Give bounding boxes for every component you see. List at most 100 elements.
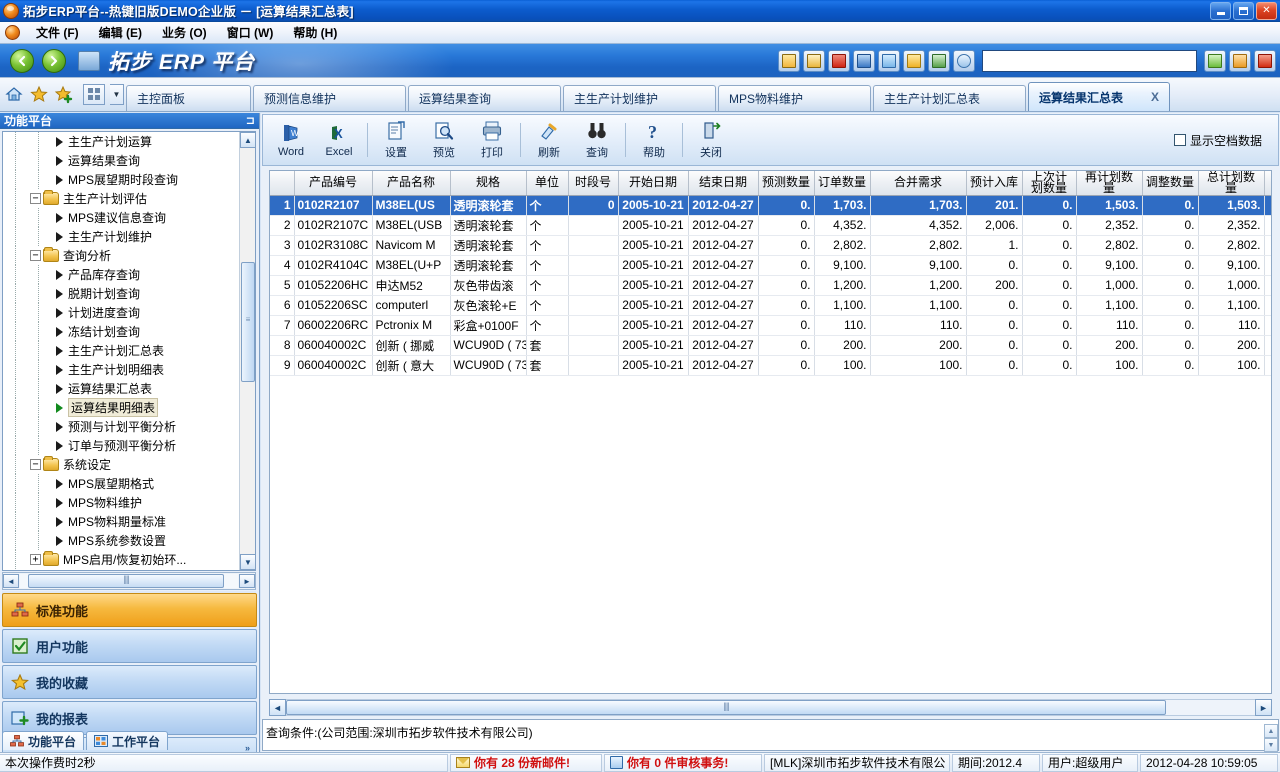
cell-expected_in[interactable]: 0. [966, 355, 1022, 375]
table-row[interactable]: 9060040002C创新 ( 意大WCU90D ( 73套2005-10-21… [270, 355, 1272, 375]
cell-period_no[interactable] [568, 295, 618, 315]
tab-mps-plan-maintenance[interactable]: 主生产计划维护 [563, 85, 716, 111]
cell-last_plan_qty[interactable]: 0. [1022, 295, 1076, 315]
column-header-unit[interactable]: 单位 [526, 171, 568, 195]
cell-end_date[interactable]: 2012-04-27 [688, 355, 758, 375]
close-report-button[interactable]: 关闭 [687, 117, 735, 163]
report-list-icon[interactable] [928, 50, 950, 72]
cell-spec[interactable]: 灰色带齿滚 [450, 275, 526, 295]
cell-rownum[interactable]: 1 [270, 195, 294, 215]
column-header-adjust_qty[interactable]: 调整数量 [1142, 171, 1198, 195]
cell-period_no[interactable] [568, 275, 618, 295]
cell-order_qty[interactable]: 4,352. [814, 215, 870, 235]
cell-forecast_qty[interactable]: 0. [758, 255, 814, 275]
cell-end_date[interactable]: 2012-04-27 [688, 235, 758, 255]
cell-forecast_qty[interactable]: 0. [758, 335, 814, 355]
cell-rownum[interactable]: 2 [270, 215, 294, 235]
cell-order_qty[interactable]: 200. [814, 335, 870, 355]
tree-item[interactable]: MPS系统参数设置 [3, 531, 239, 550]
cell-spec[interactable]: 透明滚轮套 [450, 255, 526, 275]
cell-spec[interactable]: 透明滚轮套 [450, 235, 526, 255]
cell-order_qty[interactable]: 1,100. [814, 295, 870, 315]
hscroll-track[interactable] [286, 699, 1255, 716]
cell-order_qty[interactable]: 100. [814, 355, 870, 375]
cell-expected_stock[interactable]: 1,024. [1264, 215, 1272, 235]
tree-item[interactable]: MPS物料期量标准 [3, 512, 239, 531]
cell-merged_demand[interactable]: 1,703. [870, 195, 966, 215]
scroll-thumb[interactable]: ≡ [241, 262, 255, 382]
cell-forecast_qty[interactable]: 0. [758, 295, 814, 315]
cell-product_name[interactable]: Pctronix M [372, 315, 450, 335]
cell-period_no[interactable] [568, 215, 618, 235]
tree-item[interactable]: 主生产计划汇总表 [3, 341, 239, 360]
cell-unit[interactable]: 套 [526, 335, 568, 355]
cell-start_date[interactable]: 2005-10-21 [618, 215, 688, 235]
cell-product_name[interactable]: Navicom M [372, 235, 450, 255]
cell-last_plan_qty[interactable]: 0. [1022, 195, 1076, 215]
cell-adjust_qty[interactable]: 0. [1142, 215, 1198, 235]
cell-period_no[interactable] [568, 315, 618, 335]
cell-total_plan_qty[interactable]: 110. [1198, 315, 1264, 335]
cell-product_code[interactable]: 0102R2107 [294, 195, 372, 215]
cell-expected_in[interactable]: 0. [966, 315, 1022, 335]
cell-adjust_qty[interactable]: 0. [1142, 235, 1198, 255]
scroll-right-icon[interactable]: ► [239, 574, 255, 588]
hscroll-thumb[interactable] [286, 700, 1166, 715]
hscroll-track[interactable] [20, 574, 238, 588]
bottom-tab-function-platform[interactable]: 功能平台 [2, 731, 84, 750]
column-header-merged_demand[interactable]: 合并需求 [870, 171, 966, 195]
cell-product_name[interactable]: 申达M52 [372, 275, 450, 295]
tab-main-panel[interactable]: 主控面板 [126, 85, 251, 111]
tree-item[interactable]: 订单与预测平衡分析 [3, 436, 239, 455]
cell-replan_qty[interactable]: 100. [1076, 355, 1142, 375]
cell-start_date[interactable]: 2005-10-21 [618, 235, 688, 255]
cell-replan_qty[interactable]: 1,503. [1076, 195, 1142, 215]
cell-rownum[interactable]: 3 [270, 235, 294, 255]
cell-order_qty[interactable]: 1,200. [814, 275, 870, 295]
tree-scroll-area[interactable]: 主生产计划运算运算结果查询MPS展望期时段查询−主生产计划评估MPS建议信息查询… [3, 132, 239, 570]
sidebar-item-my-favorites[interactable]: 我的收藏 [2, 665, 257, 699]
cell-spec[interactable]: WCU90D ( 73 [450, 355, 526, 375]
table-row[interactable]: 706002206RCPctronix M彩盒+0100F个2005-10-21… [270, 315, 1272, 335]
table-row[interactable]: 8060040002C创新 ( 挪威WCU90D ( 73套2005-10-21… [270, 335, 1272, 355]
column-header-expected_stock[interactable]: 预计库存量 [1264, 171, 1272, 195]
cell-total_plan_qty[interactable]: 2,802. [1198, 235, 1264, 255]
cell-product_code[interactable]: 060040002C [294, 335, 372, 355]
scroll-right-icon[interactable]: ► [1255, 699, 1272, 716]
tree-item[interactable]: +MPS启用/恢复初始环... [3, 550, 239, 569]
checkbox-box[interactable] [1174, 134, 1186, 146]
sidebar-item-user-functions[interactable]: 用户功能 [2, 629, 257, 663]
add-favorite-icon[interactable] [54, 84, 74, 104]
favorites-star-icon[interactable] [903, 50, 925, 72]
scroll-left-icon[interactable]: ◄ [3, 574, 19, 588]
cell-rownum[interactable]: 6 [270, 295, 294, 315]
column-header-expected_in[interactable]: 预计入库 [966, 171, 1022, 195]
menu-item-help[interactable]: 帮助 (H) [283, 22, 347, 43]
settings-button[interactable]: 设置 [372, 117, 420, 163]
cell-product_code[interactable]: 01052206SC [294, 295, 372, 315]
cell-unit[interactable]: 个 [526, 275, 568, 295]
sidebar-item-standard-functions[interactable]: 标准功能 [2, 593, 257, 627]
column-header-start_date[interactable]: 开始日期 [618, 171, 688, 195]
query-button[interactable]: 查询 [573, 117, 621, 163]
cell-total_plan_qty[interactable]: 2,352. [1198, 215, 1264, 235]
cell-product_code[interactable]: 060040002C [294, 355, 372, 375]
table-row[interactable]: 10102R2107M38EL(US透明滚轮套个02005-10-212012-… [270, 195, 1272, 215]
cell-expected_in[interactable]: 0. [966, 335, 1022, 355]
cell-unit[interactable]: 个 [526, 215, 568, 235]
cell-spec[interactable]: 彩盒+0100F [450, 315, 526, 335]
tree-item[interactable]: 运算结果查询 [3, 151, 239, 170]
cell-replan_qty[interactable]: 110. [1076, 315, 1142, 335]
tab-close-icon[interactable]: X [1137, 90, 1159, 104]
cell-adjust_qty[interactable]: 0. [1142, 275, 1198, 295]
export-word-button[interactable]: W Word [267, 117, 315, 163]
cell-merged_demand[interactable]: 2,802. [870, 235, 966, 255]
cell-total_plan_qty[interactable]: 1,503. [1198, 195, 1264, 215]
cell-rownum[interactable]: 8 [270, 335, 294, 355]
cell-adjust_qty[interactable]: 0. [1142, 295, 1198, 315]
cell-unit[interactable]: 个 [526, 235, 568, 255]
cell-product_code[interactable]: 0102R2107C [294, 215, 372, 235]
cell-expected_in[interactable]: 201. [966, 195, 1022, 215]
cell-replan_qty[interactable]: 1,100. [1076, 295, 1142, 315]
cell-start_date[interactable]: 2005-10-21 [618, 255, 688, 275]
